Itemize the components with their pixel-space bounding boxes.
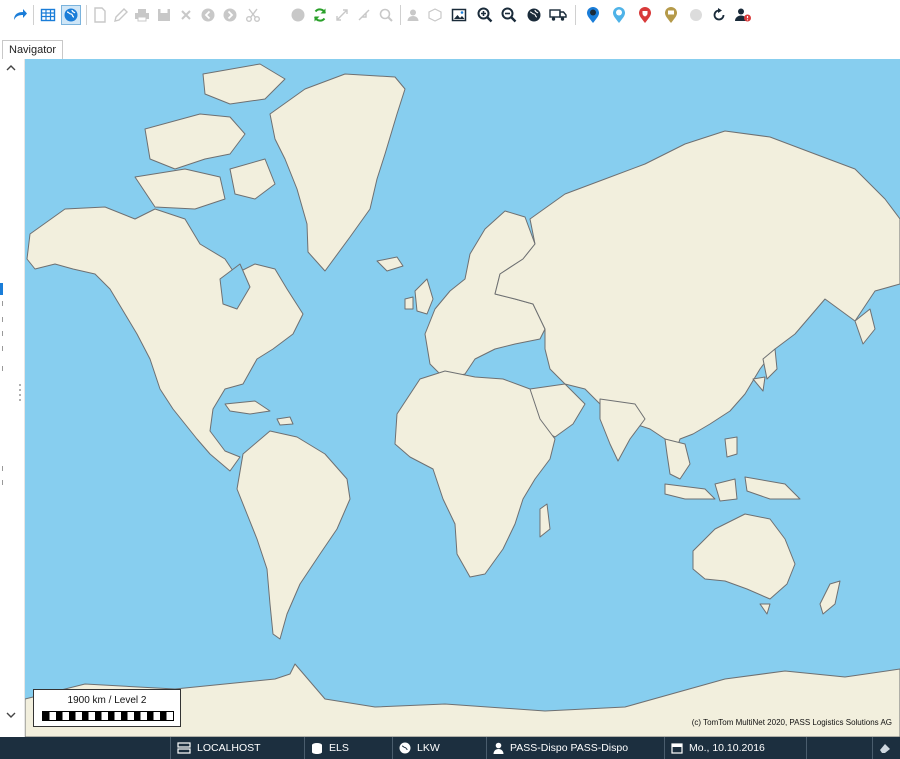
status-fleet[interactable]: LKW [392, 737, 486, 759]
redo-icon[interactable] [11, 6, 29, 24]
circle-icon[interactable] [687, 6, 705, 24]
save-icon[interactable] [155, 6, 173, 24]
edit-icon[interactable] [112, 6, 130, 24]
previous-icon[interactable] [199, 6, 217, 24]
print-icon[interactable] [133, 6, 151, 24]
main-toolbar [0, 0, 900, 32]
chevron-down-icon[interactable] [5, 709, 17, 721]
shield-pin-icon[interactable] [636, 6, 654, 24]
cut-icon[interactable] [244, 6, 262, 24]
tab-navigator[interactable]: Navigator [2, 40, 64, 60]
status-fleet-label: LKW [417, 742, 440, 754]
zoom-out-icon[interactable] [500, 6, 518, 24]
location-pin-icon[interactable] [584, 6, 602, 24]
user-icon[interactable] [404, 6, 422, 24]
landmass-arctic-islands [144, 113, 246, 170]
status-server-label: LOCALHOST [197, 742, 261, 754]
status-user[interactable]: PASS-Dispo PASS-Dispo [486, 737, 664, 759]
status-date[interactable]: Mo., 10.10.2016 [664, 737, 806, 759]
new-document-icon[interactable] [91, 6, 109, 24]
landmass-north-america [26, 206, 304, 472]
next-icon[interactable] [221, 6, 239, 24]
eraser-icon [880, 744, 890, 753]
image-export-icon[interactable] [450, 6, 468, 24]
delete-icon[interactable] [177, 6, 195, 24]
status-bar: LOCALHOST ELS LKW PASS-Dispo PASS-Dispo … [0, 737, 900, 759]
landmass-africa [394, 370, 556, 578]
search-icon[interactable] [377, 6, 395, 24]
map-scale: 1900 km / Level 2 [33, 689, 181, 727]
expand-icon[interactable] [333, 6, 351, 24]
globe-icon[interactable] [525, 6, 543, 24]
landmass-greenland [269, 73, 406, 272]
chevron-up-icon[interactable] [5, 62, 17, 74]
world-map[interactable]: 1900 km / Level 2 (c) TomTom MultiNet 20… [25, 59, 900, 737]
landmass-india [599, 398, 646, 462]
truck-icon[interactable] [549, 6, 567, 24]
status-database-label: ELS [329, 742, 349, 754]
alert-person-icon[interactable] [734, 6, 752, 24]
zoom-in-icon[interactable] [476, 6, 494, 24]
depot-pin-icon[interactable] [662, 6, 680, 24]
box-icon[interactable] [426, 6, 444, 24]
scale-label: 1900 km / Level 2 [67, 695, 147, 706]
landmass-south-america [236, 430, 351, 640]
status-server[interactable]: LOCALHOST [170, 737, 304, 759]
status-spacer [806, 737, 872, 759]
map-canvas[interactable] [25, 59, 900, 737]
tab-bar: Navigator [0, 31, 900, 60]
map-view-icon[interactable] [61, 5, 81, 25]
status-date-label: Mo., 10.10.2016 [689, 742, 765, 754]
table-view-icon[interactable] [39, 6, 57, 24]
waypoint-pin-icon[interactable] [610, 6, 628, 24]
status-tools[interactable] [872, 737, 900, 759]
stop-icon[interactable] [289, 6, 307, 24]
map-copyright: (c) TomTom MultiNet 2020, PASS Logistics… [691, 718, 892, 727]
rail-selection-marker [0, 283, 3, 295]
server-icon [177, 742, 191, 754]
status-database[interactable]: ELS [304, 737, 392, 759]
side-rail [0, 59, 25, 737]
globe-icon [399, 742, 411, 754]
scale-bar [42, 711, 174, 721]
refresh-icon[interactable] [311, 6, 329, 24]
reload-icon[interactable] [710, 6, 728, 24]
landmass-australia [692, 513, 796, 600]
collapse-icon[interactable] [355, 6, 373, 24]
calendar-icon [671, 743, 683, 754]
database-icon [312, 742, 322, 754]
splitter-handle[interactable] [19, 384, 22, 408]
status-user-label: PASS-Dispo PASS-Dispo [510, 742, 629, 754]
user-icon [493, 742, 504, 754]
